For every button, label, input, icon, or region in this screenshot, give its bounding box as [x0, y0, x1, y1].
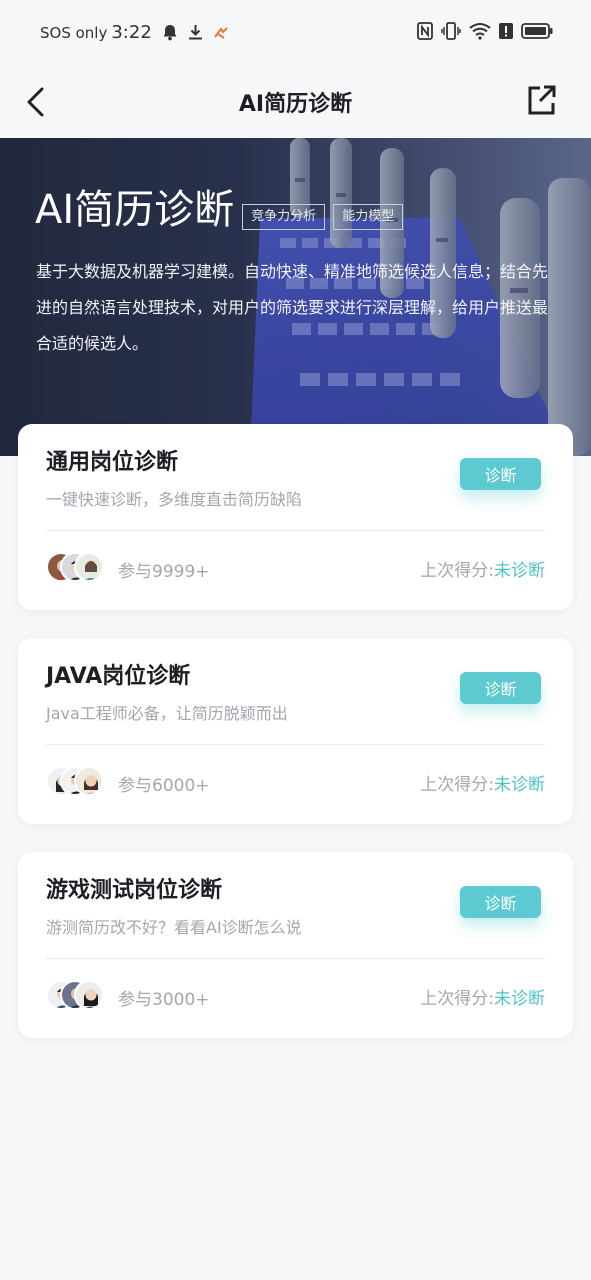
participant-count: 参与3000+ — [118, 990, 210, 1010]
nav-bar: AI简历诊断 — [0, 66, 591, 138]
participant-count: 参与6000+ — [118, 776, 210, 796]
last-score: 上次得分:未诊断 — [420, 984, 545, 1009]
diagnose-button[interactable]: 诊断 — [460, 886, 541, 918]
external-link-icon — [528, 85, 556, 115]
nfc-icon — [417, 22, 433, 40]
hero-banner: AI简历诊断 竞争力分析 能力模型 基于大数据及机器学习建模。自动快速、精准地筛… — [0, 138, 591, 456]
clock: 3:22 — [111, 22, 152, 43]
alert-icon — [499, 22, 513, 40]
avatar — [74, 552, 104, 582]
wifi-icon — [469, 22, 491, 40]
battery-icon — [521, 22, 553, 40]
avatar-group — [46, 552, 106, 584]
hero-description: 基于大数据及机器学习建模。自动快速、精准地筛选候选人信息；结合先进的自然语言处理… — [36, 262, 549, 353]
card-title: 游戏测试岗位诊断 — [46, 878, 223, 903]
carrier-text: SOS only — [40, 23, 108, 42]
avatar-group — [46, 980, 106, 1012]
last-score: 上次得分:未诊断 — [420, 556, 545, 581]
diagnosis-card[interactable]: 通用岗位诊断 一键快速诊断，多维度直击简历缺陷 诊断 参与9999+ 上次得分:… — [18, 424, 573, 610]
card-subtitle: 一键快速诊断，多维度直击简历缺陷 — [46, 490, 303, 509]
vibrate-icon — [441, 22, 461, 40]
status-left: SOS only 3:22 — [40, 22, 238, 43]
card-subtitle: 游测简历改不好？看看AI诊断怎么说 — [46, 918, 302, 937]
bell-icon — [162, 24, 178, 41]
avatar-group — [46, 766, 106, 798]
app-notification-icon — [213, 25, 229, 41]
score-label: 上次得分: — [420, 989, 494, 1009]
diagnosis-card[interactable]: JAVA岗位诊断 Java工程师必备，让简历脱颖而出 诊断 参与6000+ 上次… — [18, 638, 573, 824]
score-label: 上次得分: — [420, 775, 494, 795]
avatar — [74, 980, 104, 1010]
card-title: JAVA岗位诊断 — [46, 664, 191, 689]
avatar — [74, 766, 104, 796]
divider — [46, 744, 545, 745]
share-button[interactable] — [527, 84, 557, 116]
score-label: 上次得分: — [420, 561, 494, 581]
hero-title: AI简历诊断 — [35, 187, 235, 233]
last-score: 上次得分:未诊断 — [420, 770, 545, 795]
hero-tag: 能力模型 — [333, 204, 404, 230]
card-title: 通用岗位诊断 — [46, 450, 179, 475]
divider — [46, 530, 545, 531]
download-icon — [187, 24, 204, 41]
score-value: 未诊断 — [494, 561, 545, 581]
card-subtitle: Java工程师必备，让简历脱颖而出 — [46, 704, 288, 723]
hero-tag: 竞争力分析 — [242, 204, 326, 230]
score-value: 未诊断 — [494, 989, 545, 1009]
hero-title-row: AI简历诊断 竞争力分析 能力模型 — [35, 186, 404, 234]
diagnosis-card[interactable]: 游戏测试岗位诊断 游测简历改不好？看看AI诊断怎么说 诊断 参与3000+ 上次… — [18, 852, 573, 1038]
divider — [46, 958, 545, 959]
status-right — [409, 22, 553, 40]
score-value: 未诊断 — [494, 775, 545, 795]
participant-count: 参与9999+ — [118, 562, 210, 582]
diagnose-button[interactable]: 诊断 — [460, 672, 541, 704]
status-bar: SOS only 3:22 — [0, 0, 591, 66]
diagnose-button[interactable]: 诊断 — [460, 458, 541, 490]
page-title: AI简历诊断 — [238, 92, 353, 117]
